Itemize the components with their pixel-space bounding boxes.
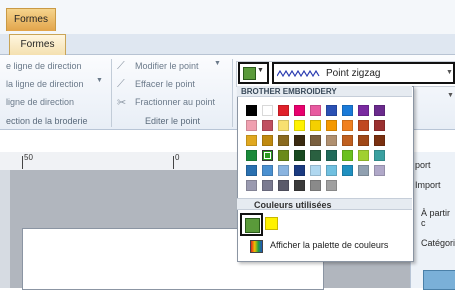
title-bar	[0, 0, 455, 35]
palette-swatch[interactable]	[294, 165, 305, 176]
palette-swatch[interactable]	[262, 180, 273, 191]
modify-point-icon: ⟋	[117, 60, 125, 72]
palette-swatch[interactable]	[294, 150, 305, 161]
thread-color-swatch	[243, 67, 256, 80]
palette-swatch[interactable]	[342, 135, 353, 146]
thread-color-button[interactable]: ▼	[238, 62, 269, 84]
side-panel-category[interactable]: Catégori	[421, 238, 455, 248]
stitch-type-combo[interactable]: Point zigzag ▼	[272, 62, 455, 84]
ribbon-direction-item-3[interactable]: ligne de direction	[6, 97, 74, 107]
palette-swatch[interactable]	[358, 105, 369, 116]
tab-formes[interactable]: Formes	[9, 34, 66, 55]
palette-swatch[interactable]	[246, 150, 257, 161]
palette-swatch[interactable]	[342, 105, 353, 116]
palette-swatch[interactable]	[326, 120, 337, 131]
palette-swatch[interactable]	[278, 135, 289, 146]
side-panel-preview[interactable]	[423, 270, 455, 290]
palette-swatch[interactable]	[326, 150, 337, 161]
chevron-down-icon: ▼	[446, 69, 453, 76]
erase-point-icon: ⟋	[117, 78, 125, 90]
palette-swatch[interactable]	[310, 165, 321, 176]
palette-swatch[interactable]	[374, 105, 385, 116]
palette-swatch[interactable]	[326, 105, 337, 116]
palette-swatch[interactable]	[374, 120, 385, 131]
show-palette-label: Afficher la palette de couleurs	[270, 240, 389, 250]
palette-swatch[interactable]	[310, 150, 321, 161]
palette-swatch[interactable]	[358, 120, 369, 131]
dropdown-arrow-icon[interactable]: ▼	[96, 77, 103, 84]
palette-swatch[interactable]	[262, 120, 273, 131]
zigzag-stitch-icon	[277, 69, 320, 78]
group-label-section: ection de la broderie	[6, 116, 88, 126]
chevron-down-icon: ▼	[257, 67, 264, 74]
palette-swatch[interactable]	[278, 150, 289, 161]
palette-swatch[interactable]	[262, 165, 273, 176]
side-panel-source[interactable]: À partir c	[421, 208, 455, 228]
palette-swatch[interactable]	[262, 105, 273, 116]
used-color-green-swatch	[245, 218, 260, 233]
ribbon-direction-item-2[interactable]: la ligne de direction	[6, 79, 84, 89]
palette-swatch[interactable]	[326, 180, 337, 191]
palette-swatch[interactable]	[278, 105, 289, 116]
split-point-button[interactable]: Fractionner au point	[135, 97, 215, 107]
palette-swatch[interactable]	[310, 105, 321, 116]
side-panel-title[interactable]: port	[415, 160, 431, 170]
used-color-selected[interactable]	[240, 213, 263, 236]
side-panel-import[interactable]: Import	[415, 180, 441, 190]
palette-swatch[interactable]	[310, 135, 321, 146]
contextual-tab-formes[interactable]: Formes	[6, 8, 56, 31]
split-point-icon: ✂	[117, 97, 127, 109]
used-color-yellow-swatch[interactable]	[265, 217, 278, 230]
palette-swatch[interactable]	[294, 105, 305, 116]
erase-point-button[interactable]: Effacer le point	[135, 79, 195, 89]
palette-swatch[interactable]	[326, 135, 337, 146]
palette-swatch[interactable]	[294, 135, 305, 146]
palette-swatch[interactable]	[246, 105, 257, 116]
palette-swatch[interactable]	[310, 120, 321, 131]
ribbon-tab-row	[0, 34, 455, 55]
palette-swatch[interactable]	[342, 150, 353, 161]
ribbon-direction-item-1[interactable]: e ligne de direction	[6, 61, 82, 71]
palette-swatch[interactable]	[262, 135, 273, 146]
ribbon-divider	[111, 59, 112, 127]
vertical-ruler	[0, 170, 10, 288]
ruler-label-0: 0	[175, 153, 180, 162]
stitch-type-value: Point zigzag	[326, 68, 381, 79]
palette-swatch[interactable]	[358, 165, 369, 176]
palette-header: BROTHER EMBROIDERY	[237, 86, 412, 97]
palette-swatch[interactable]	[294, 120, 305, 131]
used-colors-header: Couleurs utilisées	[237, 198, 412, 210]
palette-swatch[interactable]	[246, 180, 257, 191]
palette-swatch[interactable]	[342, 165, 353, 176]
palette-swatch[interactable]	[374, 165, 385, 176]
palette-swatch[interactable]	[246, 120, 257, 131]
modify-point-dropdown-icon[interactable]: ▼	[214, 60, 221, 67]
palette-swatch[interactable]	[294, 180, 305, 191]
palette-swatch[interactable]	[374, 135, 385, 146]
ribbon-divider	[232, 59, 233, 127]
ruler-tick	[173, 156, 174, 169]
group-label-edit-point: Editer le point	[145, 116, 201, 126]
secondary-dropdown-icon[interactable]: ▼	[447, 92, 454, 99]
ruler-label-50: 50	[24, 153, 33, 162]
ruler-tick	[22, 156, 23, 169]
palette-swatch[interactable]	[246, 165, 257, 176]
palette-swatch[interactable]	[278, 165, 289, 176]
modify-point-button[interactable]: Modifier le point	[135, 61, 199, 71]
palette-swatch[interactable]	[310, 180, 321, 191]
palette-swatch[interactable]	[358, 150, 369, 161]
side-panel: port Import À partir c Catégori	[410, 152, 455, 290]
palette-swatch[interactable]	[246, 135, 257, 146]
palette-swatch[interactable]	[278, 120, 289, 131]
palette-swatch[interactable]	[342, 120, 353, 131]
palette-swatch[interactable]	[374, 150, 385, 161]
palette-icon	[250, 240, 263, 253]
palette-swatch[interactable]	[326, 165, 337, 176]
palette-swatch[interactable]	[358, 135, 369, 146]
palette-swatch[interactable]	[278, 180, 289, 191]
palette-swatch[interactable]	[262, 150, 273, 161]
show-palette-menu-item[interactable]: Afficher la palette de couleurs	[240, 238, 410, 254]
